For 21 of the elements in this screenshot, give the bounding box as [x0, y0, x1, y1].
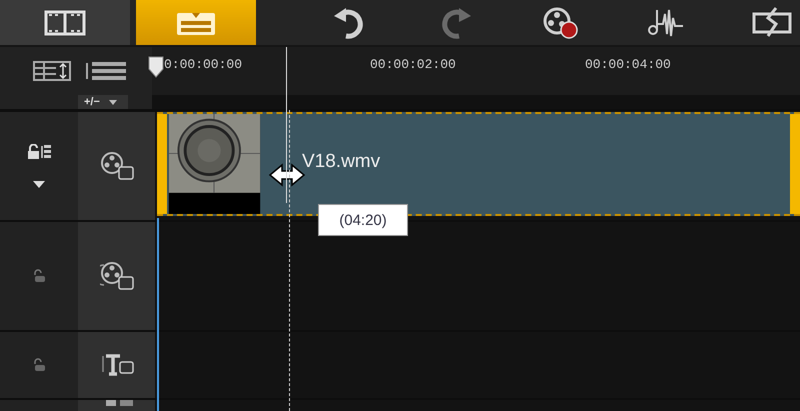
caret-icon[interactable]	[108, 98, 118, 106]
track-header[interactable]	[78, 222, 155, 330]
trim-handle[interactable]	[157, 114, 167, 214]
timecode: 00:00:04:00	[585, 57, 672, 72]
fit-project-icon[interactable]	[32, 59, 72, 83]
track-header[interactable]	[78, 112, 155, 220]
transition-icon	[752, 6, 792, 40]
film-reel-icon	[100, 151, 134, 181]
track-manager-icon[interactable]	[84, 59, 128, 83]
playhead-marker[interactable]	[148, 56, 164, 78]
clip-name: V18.wmv	[302, 151, 382, 173]
film-icon	[43, 8, 87, 36]
storyboard-tab[interactable]	[0, 0, 130, 45]
timeline-tab[interactable]	[136, 0, 256, 45]
duration-tooltip: (04:20)	[318, 204, 408, 236]
lock-icon[interactable]	[27, 144, 51, 160]
expand-icon[interactable]	[32, 180, 46, 188]
film-reel-icon	[100, 261, 134, 291]
timecode: 00:00:02:00	[370, 57, 457, 72]
trim-handle[interactable]	[790, 114, 800, 214]
timecode: 0:00:00:00	[164, 57, 244, 72]
